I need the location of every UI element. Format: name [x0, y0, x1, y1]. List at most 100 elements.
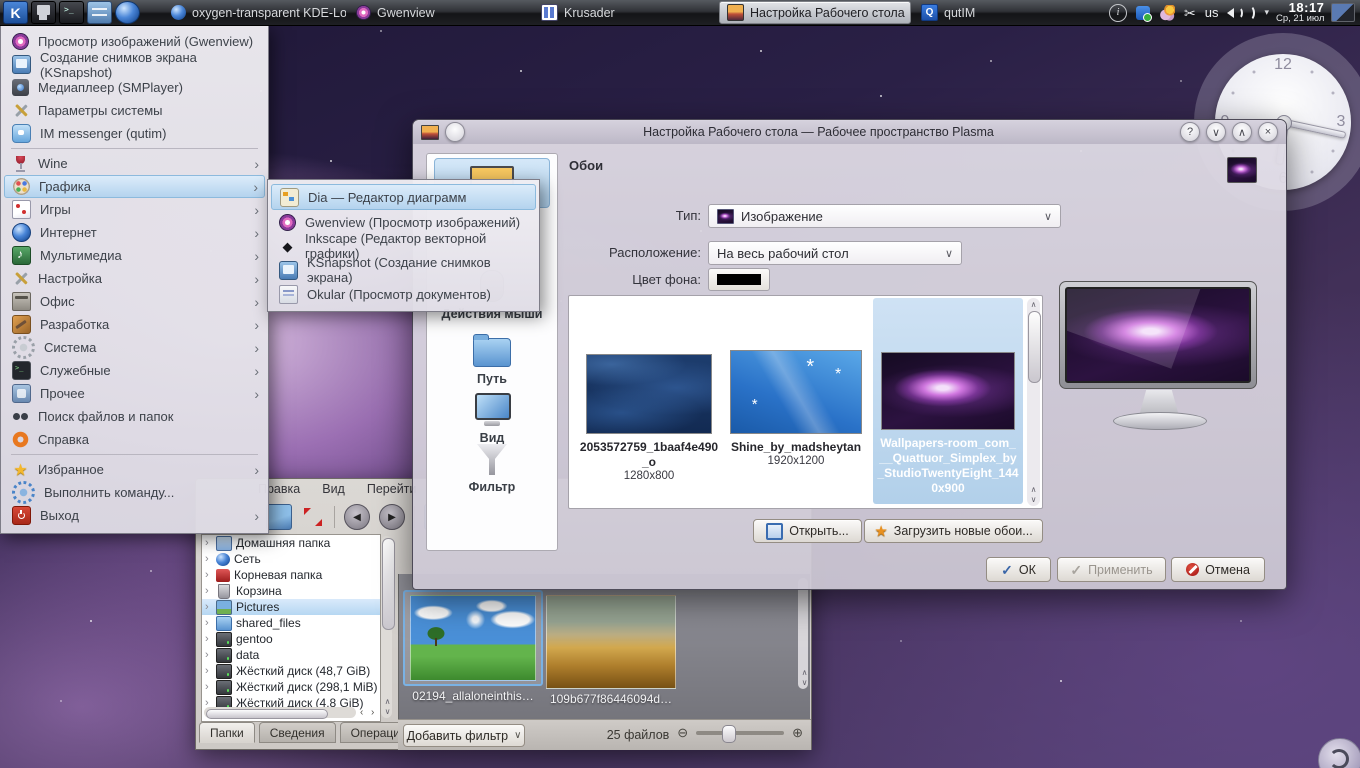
tree-row-trash[interactable]: › Корзина	[202, 583, 380, 599]
task-desktop-settings[interactable]: Настройка Рабочего стола	[719, 1, 911, 24]
tree-row-disk1[interactable]: › Жёсткий диск (48,7 GiB)	[202, 663, 380, 679]
help-button[interactable]: ?	[1180, 122, 1200, 142]
task-qutim[interactable]: Q qutIM	[914, 2, 1096, 23]
expander-icon[interactable]: ›	[205, 665, 212, 677]
open-button[interactable]: Открыть...	[753, 519, 862, 543]
menu-item-utilities[interactable]: Служебные ›	[1, 359, 268, 382]
keyboard-layout-indicator[interactable]: us	[1205, 5, 1219, 20]
expander-icon[interactable]: ›	[205, 569, 212, 581]
ok-button[interactable]: ✓ ОК	[986, 557, 1051, 582]
tab-folders[interactable]: Папки	[199, 722, 255, 743]
thumbnail-item[interactable]: 02194_allaloneinthis…	[403, 590, 543, 703]
menu-item-help[interactable]: Справка	[1, 428, 268, 451]
task-krusader[interactable]: Krusader	[534, 2, 716, 23]
kde-menu-icon[interactable]: K	[3, 1, 28, 24]
wallpaper-item[interactable]: 2053572759_1baaf4e490_o 1280x800	[579, 354, 719, 482]
panel-clock[interactable]: 18:17 Ср, 21 июл	[1276, 1, 1324, 25]
zoom-slider[interactable]	[696, 731, 784, 735]
weather-icon[interactable]	[1159, 5, 1175, 21]
get-new-wallpapers-button[interactable]: ★ Загрузить новые обои...	[864, 519, 1043, 543]
menu-item-multimedia[interactable]: Мультимедиа ›	[1, 244, 268, 267]
tree-row-shared-files[interactable]: › shared_files	[202, 615, 380, 631]
apply-button[interactable]: ✓ Применить	[1057, 557, 1166, 582]
cancel-button[interactable]: Отмена	[1171, 557, 1265, 582]
wallpaper-item[interactable]: * * * Shine_by_madsheytan 1920x1200	[725, 350, 867, 467]
menu-item-favorites[interactable]: Избранное ›	[1, 458, 268, 481]
positioning-select[interactable]: На весь рабочий стол ∨	[708, 241, 962, 265]
tree-vertical-scrollbar[interactable]: ∧∨	[381, 536, 392, 718]
expander-icon[interactable]: ›	[205, 649, 212, 661]
floppy-icon[interactable]	[31, 1, 56, 24]
sidebar-item-display[interactable]: Вид	[427, 393, 557, 445]
menu-item-settings[interactable]: Настройка ›	[1, 267, 268, 290]
expander-icon[interactable]: ›	[205, 553, 212, 565]
tray-expand-arrow-icon[interactable]: ▾	[1264, 7, 1269, 18]
menu-item-find-files[interactable]: Поиск файлов и папок	[1, 405, 268, 428]
browser-icon[interactable]	[115, 1, 140, 24]
tree-row-network[interactable]: › Сеть	[202, 551, 380, 567]
volume-icon[interactable]	[1227, 5, 1255, 21]
zoom-out-icon[interactable]: ⊖	[677, 725, 688, 741]
menu-item-leave[interactable]: Выход ›	[1, 504, 268, 527]
expander-icon[interactable]: ›	[205, 681, 212, 693]
submenu-item-ksnapshot[interactable]: KSnapshot (Создание снимков экрана)	[268, 258, 539, 282]
sidebar-item-location[interactable]: Путь	[427, 338, 557, 386]
tree-row-pictures[interactable]: › Pictures	[202, 599, 380, 615]
expander-icon[interactable]: ›	[205, 633, 212, 645]
thumbnails-scrollbar[interactable]: ∧∨	[798, 578, 808, 689]
menu-go[interactable]: Перейти	[367, 482, 417, 498]
browse-icon[interactable]	[266, 504, 292, 530]
menu-item-wine[interactable]: Wine ›	[1, 152, 268, 175]
add-filter-button[interactable]: Добавить фильтр ∨	[403, 724, 525, 747]
task-gwenview[interactable]: Gwenview	[349, 2, 531, 23]
plasma-cashew-icon[interactable]	[1318, 738, 1360, 768]
tree-row-data[interactable]: › data	[202, 647, 380, 663]
fullscreen-icon[interactable]	[301, 505, 325, 529]
wallpaper-item-selected[interactable]: Wallpapers-room_com___Quattuor_Simplex_b…	[873, 298, 1023, 504]
file-manager-icon[interactable]	[87, 1, 112, 24]
tree-horizontal-scrollbar[interactable]	[204, 707, 356, 718]
tree-row-root[interactable]: › Корневая папка	[202, 567, 380, 583]
background-color-button[interactable]	[708, 268, 770, 291]
desktop-pager[interactable]	[1331, 3, 1355, 22]
expander-icon[interactable]: ›	[205, 617, 212, 629]
task-browser[interactable]: oxygen-transparent KDE-Lo	[164, 2, 346, 23]
tree-row-gentoo[interactable]: › gentoo	[202, 631, 380, 647]
expander-icon[interactable]: ›	[205, 537, 212, 549]
tab-information[interactable]: Сведения	[259, 722, 336, 743]
scroll-left-icon[interactable]: ‹	[360, 707, 363, 718]
close-button[interactable]: ×	[1258, 122, 1278, 142]
next-image-icon[interactable]: ▶	[379, 504, 405, 530]
sidebar-item-filter[interactable]: Фильтр	[427, 444, 557, 494]
submenu-item-dia[interactable]: Dia — Редактор диаграмм	[271, 184, 536, 210]
wallpaper-list-scrollbar[interactable]: ∧ ∧∨	[1027, 298, 1040, 506]
pin-button[interactable]	[445, 122, 465, 142]
menu-item-system-settings[interactable]: Параметры системы	[1, 99, 268, 122]
menu-item-office[interactable]: Офис ›	[1, 290, 268, 313]
menu-item-ksnapshot[interactable]: Создание снимков экрана (KSnapshot)	[1, 53, 268, 76]
menu-item-development[interactable]: Разработка ›	[1, 313, 268, 336]
titlebar[interactable]: Настройка Рабочего стола — Рабочее прост…	[413, 120, 1286, 144]
zoom-slider-handle[interactable]	[722, 725, 736, 743]
terminal-icon[interactable]	[59, 1, 84, 24]
menu-item-run-command[interactable]: Выполнить команду...	[1, 481, 268, 504]
shade-button[interactable]: ∨	[1206, 122, 1226, 142]
menu-item-graphics[interactable]: Графика ›	[4, 175, 265, 198]
expander-icon[interactable]: ›	[205, 585, 212, 597]
zoom-in-icon[interactable]: ⊕	[792, 725, 803, 741]
expander-icon[interactable]: ›	[205, 601, 212, 613]
dropbox-icon[interactable]	[1136, 6, 1150, 20]
previous-image-icon[interactable]: ◀	[344, 504, 370, 530]
submenu-item-okular[interactable]: Okular (Просмотр документов)	[268, 282, 539, 306]
menu-item-internet[interactable]: Интернет ›	[1, 221, 268, 244]
tree-row-home[interactable]: › Домашняя папка	[202, 535, 380, 551]
wallpaper-type-select[interactable]: Изображение ∨	[708, 204, 1061, 228]
thumbnail-item[interactable]: 109b677f86446094d…	[543, 595, 679, 706]
scroll-right-icon[interactable]: ›	[371, 707, 374, 718]
tree-row-disk2[interactable]: › Жёсткий диск (298,1 MiB)	[202, 679, 380, 695]
klipper-scissors-icon[interactable]: ✂	[1184, 6, 1196, 20]
menu-view[interactable]: Вид	[322, 482, 345, 498]
menu-item-other[interactable]: Прочее ›	[1, 382, 268, 405]
menu-item-games[interactable]: Игры ›	[1, 198, 268, 221]
notifications-info-icon[interactable]: i	[1109, 4, 1127, 22]
